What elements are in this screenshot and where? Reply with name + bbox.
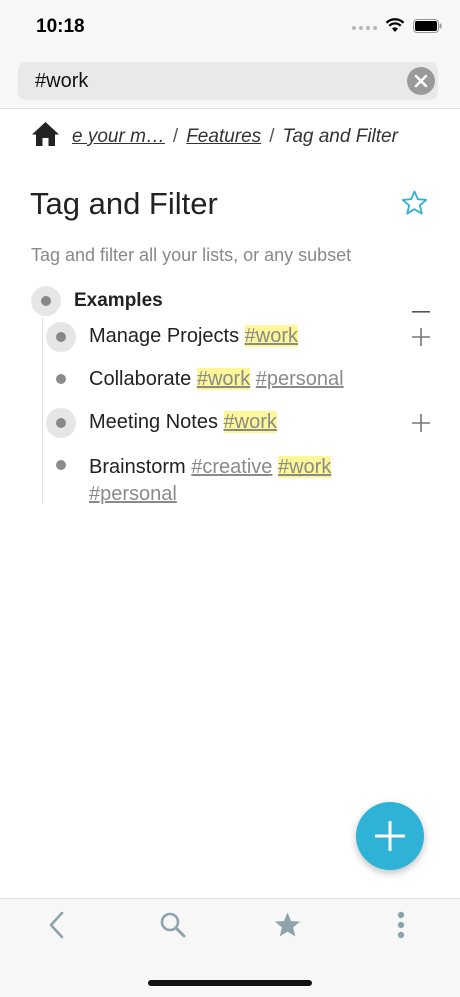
add-item-button[interactable] xyxy=(356,802,424,870)
list-item-label: Manage Projects xyxy=(89,325,240,347)
list-item-label: Brainstorm xyxy=(89,456,186,478)
list-item-label: Meeting Notes xyxy=(89,411,218,433)
favorite-star-icon[interactable] xyxy=(401,190,428,221)
list-item[interactable]: Collaborate #work #personal xyxy=(89,368,344,391)
expand-plus-icon[interactable] xyxy=(412,414,430,437)
back-chevron-left-icon[interactable] xyxy=(46,911,68,944)
bullet-brainstorm[interactable] xyxy=(56,460,66,470)
bullet-manage-projects[interactable] xyxy=(46,322,76,352)
bullet-collaborate[interactable] xyxy=(56,374,66,384)
home-indicator xyxy=(148,980,312,986)
expand-plus-icon[interactable] xyxy=(412,328,430,351)
home-icon[interactable] xyxy=(31,121,60,153)
status-indicators xyxy=(352,18,442,38)
list-item-examples[interactable]: Examples xyxy=(74,290,163,312)
collapse-minus-icon[interactable] xyxy=(412,300,430,318)
list-item[interactable]: Brainstorm #creative #work #personal xyxy=(89,454,389,508)
search-box xyxy=(18,62,438,100)
list-item-label: Collaborate xyxy=(89,368,192,390)
indent-guide xyxy=(42,318,43,504)
clear-search-button[interactable] xyxy=(407,67,435,95)
more-vertical-icon[interactable] xyxy=(395,911,407,944)
tag-creative[interactable]: #creative xyxy=(191,456,272,478)
tag-work[interactable]: #work xyxy=(223,411,277,433)
clear-icon xyxy=(414,74,428,88)
bullet-meeting-notes[interactable] xyxy=(46,408,76,438)
status-bar: 10:18 xyxy=(0,0,460,54)
favorites-star-icon[interactable] xyxy=(273,911,302,944)
signal-icon xyxy=(352,26,377,30)
page-title: Tag and Filter xyxy=(30,186,218,221)
bullet-examples[interactable] xyxy=(31,286,61,316)
plus-icon xyxy=(375,821,405,851)
tag-work[interactable]: #work xyxy=(196,368,251,390)
breadcrumb-item-features[interactable]: Features xyxy=(186,126,261,148)
breadcrumb-separator: / xyxy=(269,126,275,147)
search-icon[interactable] xyxy=(159,911,187,944)
tag-personal[interactable]: #personal xyxy=(89,483,177,505)
page-subtitle: Tag and filter all your lists, or any su… xyxy=(31,245,352,265)
breadcrumb-separator: / xyxy=(172,126,179,147)
breadcrumb-item-current: Tag and Filter xyxy=(282,126,398,147)
list-item[interactable]: Manage Projects #work xyxy=(89,325,298,348)
search-bar xyxy=(0,54,460,109)
tag-work[interactable]: #work xyxy=(277,456,332,478)
search-input[interactable] xyxy=(18,62,405,100)
battery-icon xyxy=(413,18,442,38)
list-item[interactable]: Meeting Notes #work xyxy=(89,411,277,434)
wifi-icon xyxy=(385,18,405,38)
breadcrumb-item-root[interactable]: e your m… xyxy=(72,126,165,148)
tag-work[interactable]: #work xyxy=(244,325,298,347)
tag-personal[interactable]: #personal xyxy=(256,368,344,390)
status-time: 10:18 xyxy=(36,16,85,37)
breadcrumb: e your m… / Features / Tag and Filter xyxy=(31,121,398,153)
